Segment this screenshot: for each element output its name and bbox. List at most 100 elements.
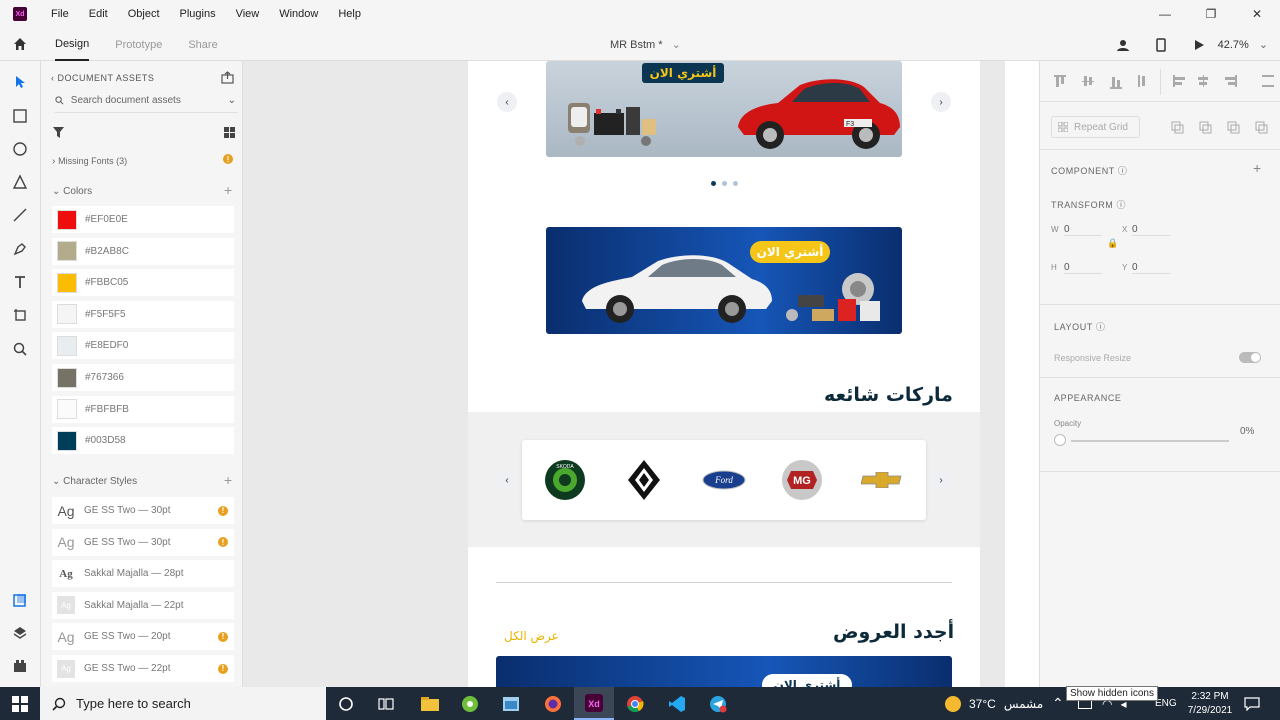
- layers-panel-icon[interactable]: [12, 625, 28, 641]
- tab-share[interactable]: Share: [188, 28, 217, 61]
- tab-design[interactable]: Design: [55, 28, 90, 61]
- opacity-value[interactable]: 0%: [1240, 426, 1254, 437]
- artboard-tool-icon[interactable]: [12, 307, 28, 323]
- menu-plugins[interactable]: Plugins: [180, 8, 216, 20]
- text-tool-icon[interactable]: [12, 274, 28, 290]
- chevrolet-logo-icon[interactable]: [860, 458, 904, 502]
- pen-tool-icon[interactable]: [12, 241, 28, 257]
- mg-logo-icon[interactable]: MG: [780, 458, 824, 502]
- zoom-tool-icon[interactable]: [12, 341, 28, 357]
- carousel-dot[interactable]: [722, 181, 727, 186]
- device-preview-icon[interactable]: [1142, 37, 1180, 52]
- app-window-icon[interactable]: [491, 687, 531, 720]
- skoda-logo-icon[interactable]: SKODA: [543, 458, 587, 502]
- color-swatch-row[interactable]: #FBFBFB: [52, 395, 234, 423]
- character-styles-toggle[interactable]: ⌄ Character Styles: [52, 476, 137, 487]
- adobe-xd-icon[interactable]: Xd: [574, 687, 614, 720]
- weather-widget[interactable]: 37°C مشمس: [945, 687, 1043, 720]
- brands-prev-button[interactable]: ‹: [497, 470, 517, 490]
- ellipse-tool-icon[interactable]: [12, 141, 28, 157]
- line-tool-icon[interactable]: [12, 207, 28, 223]
- play-icon[interactable]: [1180, 39, 1218, 51]
- show-hidden-icons-button[interactable]: ⌃: [1052, 687, 1064, 720]
- assets-panel-icon[interactable]: [12, 592, 28, 608]
- user-feedback-icon[interactable]: [1104, 38, 1142, 52]
- add-component-icon[interactable]: +: [1253, 160, 1261, 176]
- export-icon[interactable]: [221, 71, 234, 84]
- artboard-secondary[interactable]: [1005, 61, 1039, 687]
- start-button[interactable]: [0, 687, 40, 720]
- color-swatch-row[interactable]: #F5F5F5: [52, 300, 234, 328]
- width-field[interactable]: 0: [1064, 224, 1102, 236]
- lock-icon[interactable]: 🔒: [1107, 238, 1118, 249]
- language-indicator[interactable]: ENG: [1155, 687, 1177, 720]
- ford-logo-icon[interactable]: Ford: [702, 458, 746, 502]
- see-all-link[interactable]: عرض الكل: [504, 629, 559, 643]
- close-button[interactable]: ✕: [1234, 0, 1280, 28]
- responsive-resize-toggle[interactable]: [1239, 352, 1261, 363]
- zoom-level[interactable]: 42.7%: [1218, 39, 1249, 51]
- character-style-row[interactable]: Ag GE SS Two — 22pt!: [52, 655, 234, 682]
- banner-next-button[interactable]: ›: [931, 92, 951, 112]
- add-color-icon[interactable]: +: [224, 182, 232, 198]
- menu-object[interactable]: Object: [128, 8, 160, 20]
- hero-banner-2[interactable]: أشتري الان: [546, 227, 902, 334]
- telegram-icon[interactable]: [698, 687, 738, 720]
- info-icon[interactable]: ⓘ: [1118, 166, 1128, 176]
- menu-view[interactable]: View: [236, 8, 260, 20]
- chrome-icon[interactable]: [615, 687, 655, 720]
- taskbar-search[interactable]: Type here to search: [40, 687, 326, 720]
- add-character-style-icon[interactable]: +: [224, 472, 232, 488]
- info-icon[interactable]: ⓘ: [1117, 200, 1127, 210]
- minimize-button[interactable]: —: [1142, 0, 1188, 28]
- notifications-icon[interactable]: [1244, 687, 1260, 720]
- color-swatch-row[interactable]: #EF0E0E: [52, 206, 234, 233]
- tab-prototype[interactable]: Prototype: [115, 28, 162, 61]
- grid-view-icon[interactable]: [224, 127, 235, 138]
- x-field[interactable]: 0: [1132, 224, 1170, 236]
- home-icon[interactable]: [12, 36, 28, 52]
- renault-logo-icon[interactable]: [622, 458, 666, 502]
- design-canvas[interactable]: أشتري الان F3 ‹ › أشتري الان ماركات شائع…: [243, 61, 1039, 687]
- firefox-icon[interactable]: [533, 687, 573, 720]
- chevron-down-icon[interactable]: ⌄: [228, 95, 236, 106]
- polygon-tool-icon[interactable]: [12, 174, 28, 190]
- artboard-main[interactable]: أشتري الان F3 ‹ › أشتري الان ماركات شائع…: [468, 61, 980, 687]
- brands-next-button[interactable]: ›: [931, 470, 951, 490]
- chevron-down-icon[interactable]: ⌄: [1259, 38, 1268, 51]
- hero-banner-1[interactable]: أشتري الان F3: [546, 61, 902, 157]
- color-swatch-row[interactable]: #003D58: [52, 427, 234, 455]
- repeat-grid-button[interactable]: Repeat Grid: [1051, 116, 1140, 138]
- height-field[interactable]: 0: [1064, 262, 1102, 274]
- plugins-panel-icon[interactable]: [12, 658, 28, 674]
- select-tool-icon[interactable]: [12, 74, 28, 90]
- menu-window[interactable]: Window: [279, 8, 318, 20]
- restore-button[interactable]: ❐: [1188, 0, 1234, 28]
- menu-file[interactable]: File: [51, 8, 69, 20]
- app-green-icon[interactable]: [450, 687, 490, 720]
- clock[interactable]: 2:32 PM 7/29/2021: [1186, 687, 1234, 720]
- buy-now-badge[interactable]: أشتري الان: [762, 674, 852, 687]
- opacity-slider[interactable]: [1071, 440, 1229, 442]
- colors-section-toggle[interactable]: ⌄ Colors: [52, 186, 92, 197]
- y-field[interactable]: 0: [1132, 262, 1170, 274]
- color-swatch-row[interactable]: #FBBC05: [52, 269, 234, 297]
- vscode-icon[interactable]: [657, 687, 697, 720]
- cortana-icon[interactable]: [326, 687, 366, 720]
- task-view-icon[interactable]: [366, 687, 406, 720]
- carousel-dot[interactable]: [711, 181, 716, 186]
- rectangle-tool-icon[interactable]: [12, 108, 28, 124]
- menu-help[interactable]: Help: [338, 8, 361, 20]
- filter-icon[interactable]: [53, 127, 64, 138]
- buy-now-badge[interactable]: أشتري الان: [642, 63, 724, 83]
- character-style-row[interactable]: Ag GE SS Two — 20pt!: [52, 623, 234, 651]
- character-style-row[interactable]: Ag GE SS Two — 30pt!: [52, 497, 234, 524]
- banner-prev-button[interactable]: ‹: [497, 92, 517, 112]
- assets-search[interactable]: Search document assets ⌄: [55, 95, 238, 113]
- info-icon[interactable]: ⓘ: [1096, 322, 1106, 332]
- character-style-row[interactable]: Ag Sakkal Majalla — 22pt: [52, 591, 234, 619]
- assets-header[interactable]: ‹ DOCUMENT ASSETS: [51, 73, 154, 83]
- color-swatch-row[interactable]: #B2AB8C: [52, 237, 234, 265]
- carousel-dot[interactable]: [733, 181, 738, 186]
- color-swatch-row[interactable]: #E8EDF0: [52, 332, 234, 360]
